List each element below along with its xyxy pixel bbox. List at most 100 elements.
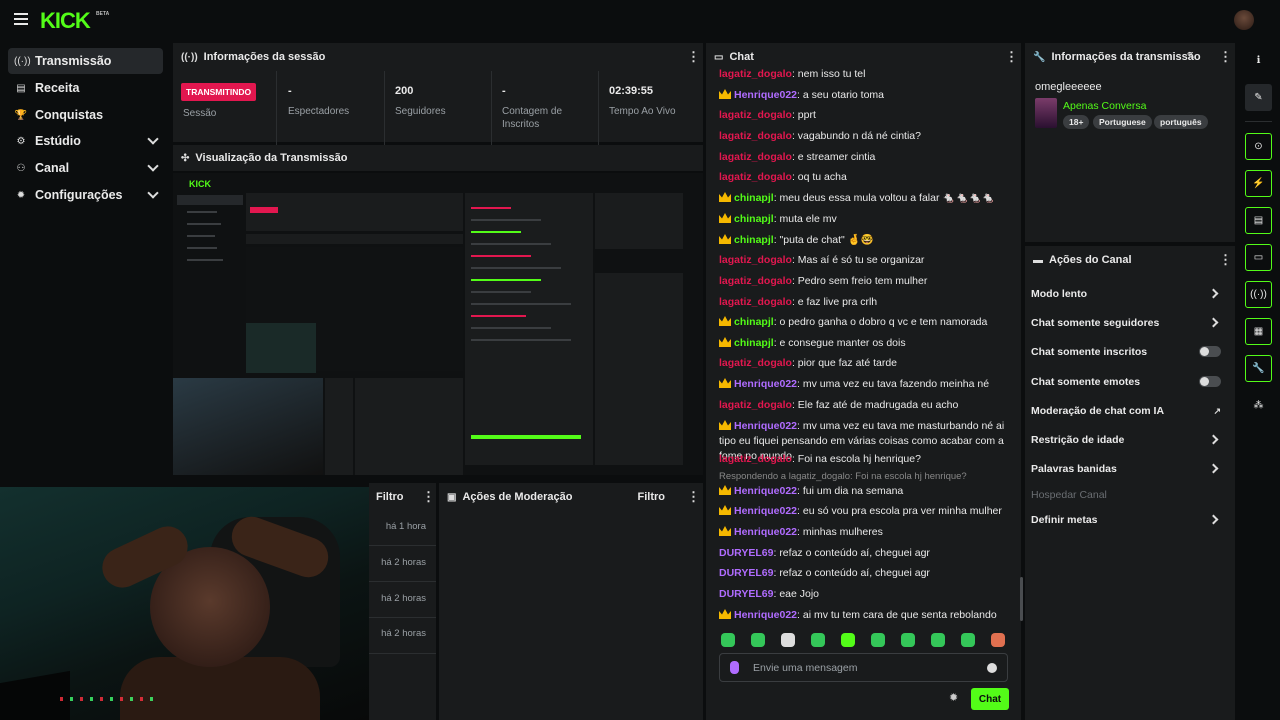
more-options-icon[interactable] [422,489,435,505]
chat-username[interactable]: lagatiz_dogalo [719,357,792,369]
chat-username[interactable]: lagatiz_dogalo [719,151,792,163]
broadcast-toggle-icon[interactable]: ⊙ [1245,133,1272,160]
action-ai-moderation[interactable]: Moderação de chat com IA ↗ [1031,401,1229,421]
chevron-right-icon [1208,434,1219,445]
action-followers-only[interactable]: Chat somente seguidores [1031,313,1229,333]
sidebar-item-conquistas[interactable]: 🏆 Conquistas [8,102,163,128]
chat-username[interactable]: DURYEL69 [719,567,773,579]
stream-preview[interactable]: KICK [173,173,703,475]
category-thumbnail[interactable] [1035,98,1057,128]
emote-icon[interactable] [901,633,915,647]
microphone-icon[interactable] [730,661,739,674]
emote-icon[interactable] [841,633,855,647]
panel-title: Informações da sessão [203,51,326,63]
info-icon[interactable]: ℹ [1245,47,1272,74]
stat-value: - [288,85,292,97]
emote-icon[interactable] [991,633,1005,647]
chat-username[interactable]: Henrique022 [734,420,797,432]
emote-icon[interactable] [811,633,825,647]
chat-message: DURYEL69: refaz o conteúdo aí, cheguei a… [719,566,1014,581]
panel-header: 🔧 Informações da transmissão [1025,43,1235,71]
chat-username[interactable]: chinapjl [734,213,774,225]
webcam-overlay [0,487,369,720]
chat-text: fui um dia na semana [802,485,904,497]
chat-input-box[interactable] [719,653,1008,682]
preview-line [471,327,551,329]
chat-send-button[interactable]: Chat [971,688,1009,710]
emote-icon[interactable] [721,633,735,647]
emote-icon[interactable] [961,633,975,647]
chat-username[interactable]: lagatiz_dogalo [719,296,792,308]
action-age-restriction[interactable]: Restrição de idade [1031,430,1229,450]
action-slow-mode[interactable]: Modo lento [1031,284,1229,304]
chat-username[interactable]: chinapjl [734,192,774,204]
signal-icon[interactable]: ((·)) [1245,281,1272,308]
filter-label[interactable]: Filtro [638,491,666,503]
crown-icon [719,526,731,536]
emoji-icon[interactable] [987,663,997,673]
crown-icon [719,378,731,388]
chat-username[interactable]: lagatiz_dogalo [719,130,792,142]
stat-value: 200 [395,85,414,97]
chat-message-input[interactable] [753,660,973,676]
layout-icon[interactable]: ▦ [1245,318,1272,345]
chat-username[interactable]: lagatiz_dogalo [719,399,792,411]
stream-title: omegleeeeee [1035,81,1102,93]
emote-icon[interactable] [781,633,795,647]
chat-username[interactable]: chinapjl [734,337,774,349]
chat-username[interactable]: lagatiz_dogalo [719,275,792,287]
preview-icon: ✣ [181,152,190,164]
sidebar-item-configuracoes[interactable]: ✹ Configurações [8,182,163,208]
chat-username[interactable]: chinapjl [734,316,774,328]
more-options-icon[interactable] [687,49,700,65]
chat-username[interactable]: Henrique022 [734,485,797,497]
more-options-icon[interactable] [1219,49,1232,65]
crown-icon [719,609,731,619]
filter-label[interactable]: Filtro [376,491,404,503]
category-name[interactable]: Apenas Conversa [1063,100,1146,112]
action-banned-words[interactable]: Palavras banidas [1031,459,1229,479]
chat-username[interactable]: DURYEL69 [719,588,773,600]
emote-icon[interactable] [931,633,945,647]
chat-text: mv uma vez eu tava fazendo meinha né [802,378,990,390]
more-options-icon[interactable] [687,489,700,505]
chat-scrollbar[interactable] [1020,577,1023,621]
notes-icon[interactable]: ▤ [1245,207,1272,234]
user-avatar[interactable] [1234,10,1254,30]
emotes-only-toggle[interactable] [1199,376,1221,387]
sidebar-item-transmissao[interactable]: ((·)) Transmissão [8,48,163,74]
subscribers-only-toggle[interactable] [1199,346,1221,357]
more-options-icon[interactable] [1219,252,1232,268]
lightning-icon[interactable]: ⚡ [1245,170,1272,197]
chat-username[interactable]: lagatiz_dogalo [719,254,792,266]
chat-username[interactable]: Henrique022 [734,378,797,390]
chat-username[interactable]: DURYEL69 [719,547,773,559]
chat-username[interactable]: lagatiz_dogalo [719,68,792,80]
sidebar-item-receita[interactable]: ▤ Receita [8,75,163,101]
emote-icon[interactable] [871,633,885,647]
kick-logo[interactable]: KICK [40,8,91,34]
chat-username[interactable]: lagatiz_dogalo [719,453,792,465]
chat-username[interactable]: Henrique022 [734,609,797,621]
edit-icon[interactable]: ✎ [1187,51,1195,62]
menu-icon[interactable] [14,13,28,25]
chat-username[interactable]: lagatiz_dogalo [719,109,792,121]
chat-username[interactable]: chinapjl [734,234,774,246]
edit-layout-icon[interactable]: ✎ [1245,84,1272,111]
stat-caption: Sessão [183,108,217,119]
chat-message: lagatiz_dogalo: pprt [719,108,1014,123]
chat-username[interactable]: Henrique022 [734,505,797,517]
emote-icon[interactable] [751,633,765,647]
divider [369,617,436,618]
sidebar-item-canal[interactable]: ⚇ Canal [8,155,163,181]
chat-username[interactable]: Henrique022 [734,526,797,538]
chat-username[interactable]: lagatiz_dogalo [719,171,792,183]
chat-bubble-icon[interactable]: ▭ [1245,244,1272,271]
wrench-icon[interactable]: 🔧 [1245,355,1272,382]
chat-username[interactable]: Henrique022 [734,89,797,101]
more-options-icon[interactable] [1005,49,1018,65]
chat-settings-icon[interactable]: ✹ [949,691,958,704]
action-set-goals[interactable]: Definir metas [1031,510,1229,530]
sidebar-item-estudio[interactable]: ⚙ Estúdio [8,128,163,154]
widgets-icon[interactable]: ⁂ [1245,392,1272,419]
